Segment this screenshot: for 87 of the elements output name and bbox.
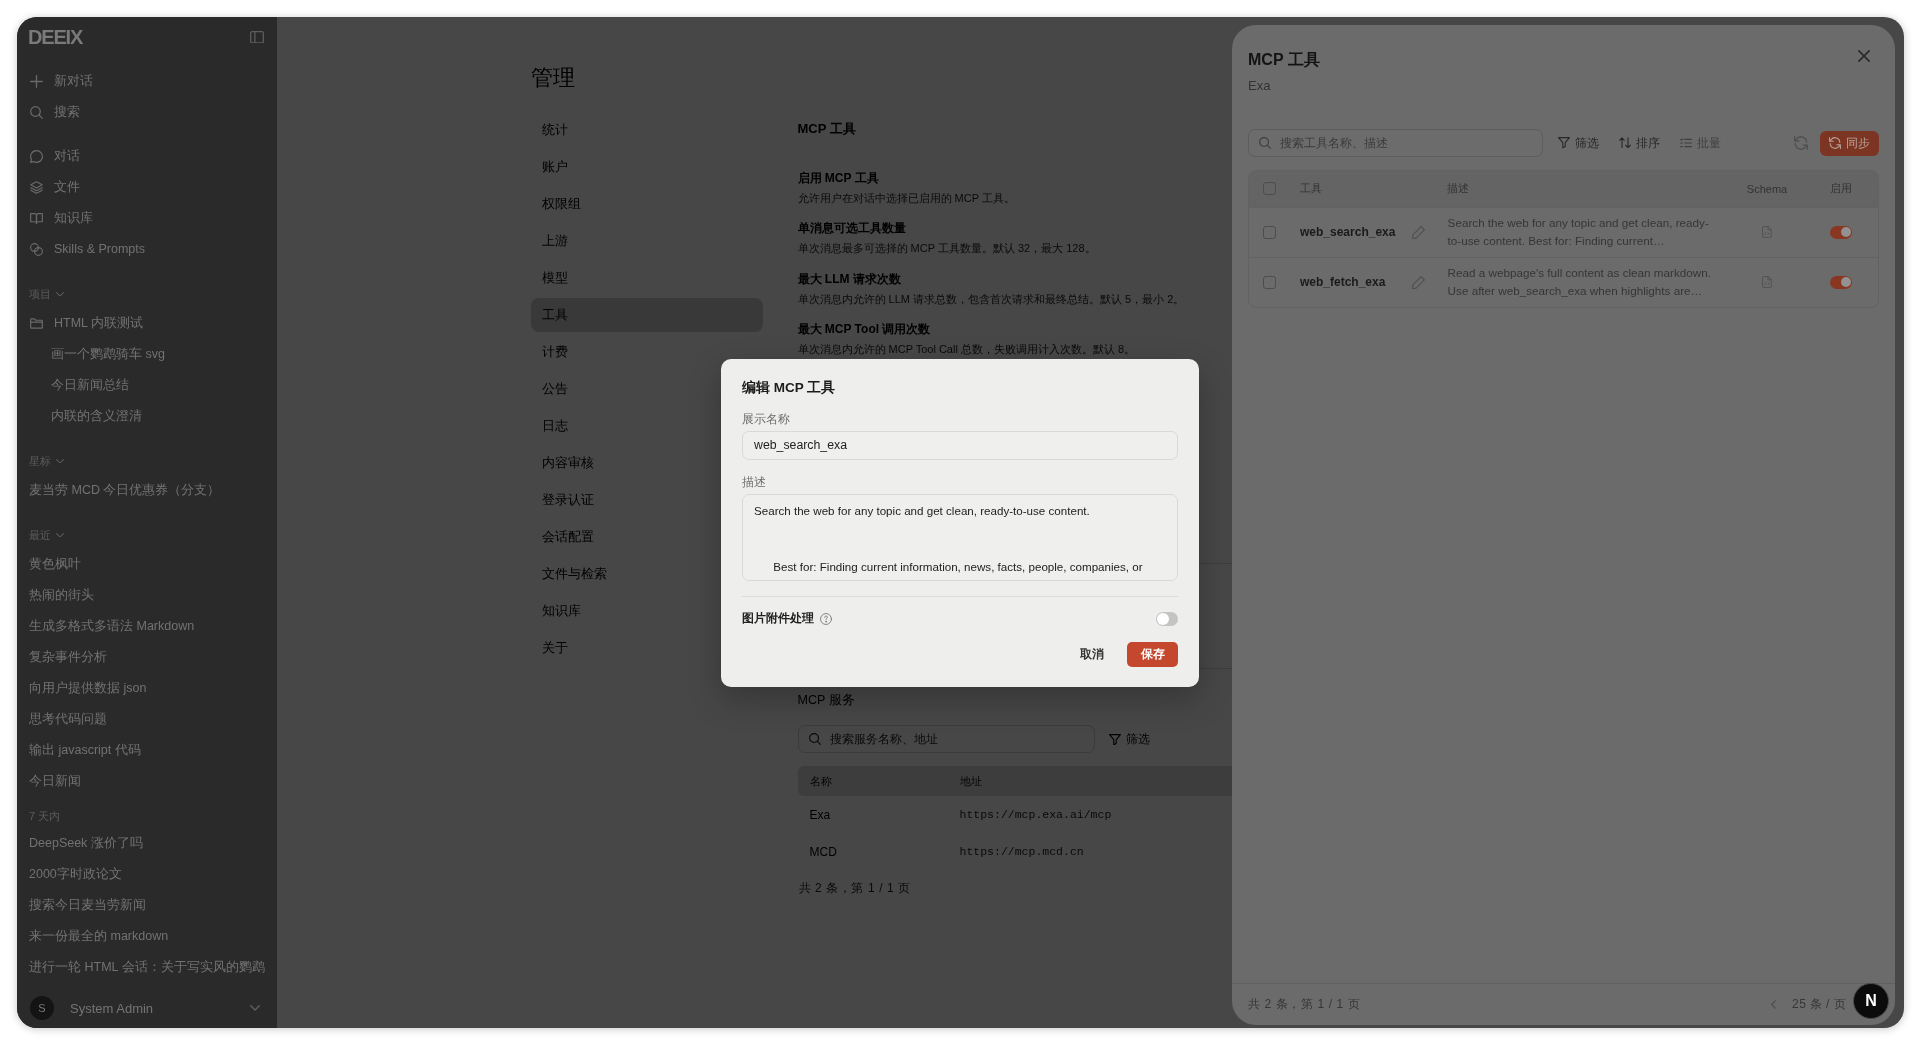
overlapping-circles-icon — [30, 242, 43, 256]
sort-arrows-icon — [1619, 137, 1631, 149]
sidebar-item[interactable]: 输出 javascript 代码 — [23, 734, 271, 766]
sidebar-item[interactable]: 文件 — [23, 171, 271, 203]
tool-name: web_fetch_exa — [1300, 275, 1386, 289]
sidebar-item[interactable]: 热闹的街头 — [23, 579, 271, 611]
filter-button[interactable]: 筛选 — [1558, 134, 1599, 152]
field-label: 描述 — [742, 473, 766, 490]
search-icon — [30, 106, 43, 119]
row-checkbox[interactable] — [1262, 225, 1276, 239]
page-title: 管理 — [530, 64, 575, 92]
code-file-icon[interactable] — [1762, 226, 1772, 238]
layers-icon — [30, 180, 43, 194]
refresh-icon[interactable] — [1794, 136, 1808, 150]
open-book-icon — [30, 211, 43, 225]
field-label: 展示名称 — [742, 410, 790, 427]
sidebar-item[interactable]: HTML 内联测试 — [23, 307, 271, 339]
pagination-summary: 共 2 条，第 1 / 1 页 — [797, 880, 911, 898]
text-button[interactable]: 取消 — [1071, 641, 1113, 667]
filter-icon — [1558, 137, 1570, 149]
sidebar-item[interactable]: 复杂事件分析 — [23, 641, 271, 673]
plus-icon — [30, 75, 43, 88]
user-avatar: S — [30, 996, 54, 1020]
row-checkbox[interactable] — [1262, 275, 1276, 289]
sidebar-item[interactable]: 麦当劳 MCD 今日优惠券（分支） — [23, 474, 271, 506]
code-file-icon[interactable] — [1762, 276, 1772, 288]
admin-nav-item[interactable]: 计费 — [530, 335, 763, 369]
search-icon — [808, 733, 821, 746]
admin-nav-item[interactable]: 账户 — [530, 150, 763, 184]
sidebar-item[interactable]: 知识库 — [23, 202, 271, 234]
checklist-icon — [1680, 137, 1692, 149]
sidebar-item[interactable]: 向用户提供数据 json — [23, 672, 271, 704]
admin-nav-item[interactable]: 模型 — [530, 261, 763, 295]
tool-name: web_search_exa — [1300, 225, 1396, 239]
filter-icon — [1108, 733, 1121, 746]
section-heading: MCP 工具 — [797, 120, 856, 138]
sidebar-item[interactable]: 内联的含义澄清 — [23, 400, 271, 432]
search-icon — [1259, 137, 1271, 149]
setting-label: 单消息可选工具数量 — [797, 220, 906, 238]
sync-button[interactable]: 同步 — [1820, 130, 1879, 156]
sidebar-item[interactable]: 生成多格式多语法 Markdown — [23, 610, 271, 642]
user-name: System Admin — [70, 1000, 154, 1016]
section-heading: MCP 服务 — [797, 692, 855, 710]
admin-nav-item[interactable]: 权限组 — [530, 187, 763, 221]
sidebar-item[interactable]: 对话 — [23, 140, 271, 172]
sidebar-item[interactable]: 2000字时政论文 — [23, 859, 271, 890]
sidebar-item[interactable]: 搜索 — [23, 97, 271, 128]
setting-label: 启用 MCP 工具 — [797, 169, 879, 187]
setting-label: 最大 LLM 请求次数 — [797, 270, 901, 288]
help-icon[interactable] — [820, 612, 832, 625]
pencil-icon[interactable] — [1412, 225, 1425, 239]
drawer-title: MCP 工具 — [1248, 50, 1320, 70]
admin-nav-item[interactable]: 上游 — [530, 224, 763, 258]
sidebar-item[interactable]: 新对话 — [23, 66, 271, 97]
sidebar-item[interactable]: 今日新闻总结 — [23, 369, 271, 401]
drawer-subtitle: Exa — [1248, 77, 1271, 95]
toggle-label: 图片附件处理 — [742, 610, 814, 627]
folder-icon — [30, 316, 43, 330]
table-cell-text: https://mcp.exa.ai/mcp — [958, 808, 1112, 822]
refresh-icon — [1829, 137, 1841, 149]
sort-button[interactable]: 排序 — [1619, 134, 1660, 152]
chat-bubble-icon — [30, 149, 43, 163]
chevron-down-icon[interactable] — [250, 1005, 260, 1011]
filter-button[interactable]: 筛选 — [1104, 730, 1154, 748]
text-input[interactable]: web_search_exa — [742, 430, 1178, 460]
toggle-switch[interactable] — [1830, 275, 1852, 289]
sidebar-item[interactable]: DeepSeek 涨价了吗 — [23, 828, 271, 859]
table-cell-text: Exa — [808, 807, 831, 822]
sidebar-item[interactable]: 搜索今日麦当劳新闻 — [23, 890, 271, 921]
table-cell-text: https://mcp.mcd.cn — [958, 845, 1084, 859]
dialog-title: 编辑 MCP 工具 — [742, 378, 836, 397]
sidebar-item[interactable]: 今日新闻 — [23, 765, 271, 797]
sidebar-item[interactable]: Skills & Prompts — [23, 233, 271, 265]
app-logo: DEEIX — [28, 27, 83, 47]
pencil-icon[interactable] — [1412, 275, 1425, 289]
setting-label: 最大 MCP Tool 调用次数 — [797, 321, 931, 339]
sidebar-item[interactable]: 思考代码问题 — [23, 703, 271, 735]
sidebar-item[interactable]: 黄色枫叶 — [23, 548, 271, 580]
table-cell-text: MCD — [808, 844, 837, 859]
admin-nav-item[interactable]: 统计 — [530, 113, 763, 147]
chevron-left-icon[interactable] — [1771, 1000, 1777, 1009]
panel-layout-icon[interactable] — [250, 30, 264, 44]
toggle-switch[interactable] — [1156, 611, 1178, 626]
description-textarea[interactable]: Search the web for any topic and get clean, ready-to-use content. Best for: Finding current information, news, facts, people, companies, or — [742, 493, 1178, 581]
toggle-switch[interactable] — [1830, 225, 1852, 239]
primary-button[interactable]: 保存 — [1127, 641, 1178, 667]
close-icon[interactable] — [1858, 50, 1870, 62]
